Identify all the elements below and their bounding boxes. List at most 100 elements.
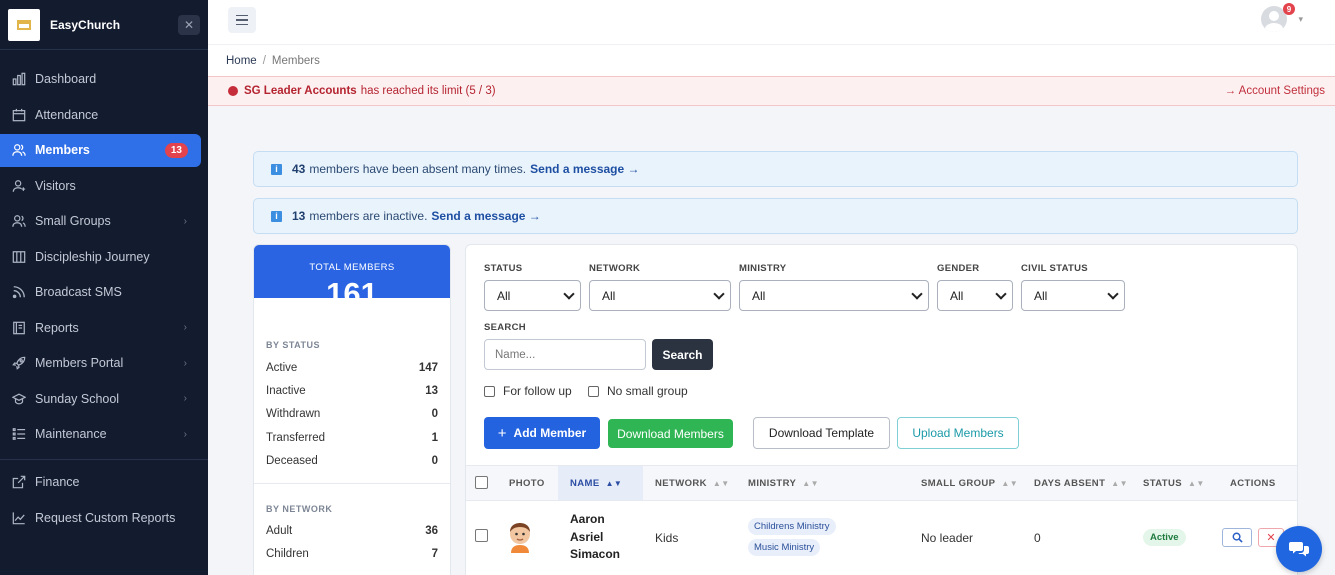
status-row-active: Active 147 xyxy=(254,356,450,379)
sidebar-item-members-portal[interactable]: Members Portal › xyxy=(0,347,201,380)
send-message-link[interactable]: Send a message → xyxy=(530,162,639,176)
col-ministry[interactable]: MINISTRY ▲▼ xyxy=(748,466,819,500)
chart-icon xyxy=(12,511,26,525)
ministry-filter-label: MINISTRY xyxy=(739,263,787,274)
download-members-button[interactable]: Download Members xyxy=(608,419,733,448)
col-actions: ACTIONS xyxy=(1230,477,1276,489)
sidebar-item-attendance[interactable]: Attendance xyxy=(0,98,201,131)
limit-alert-strong: SG Leader Accounts xyxy=(244,85,357,97)
stat-label: Adult xyxy=(266,525,293,538)
breadcrumb-home-link[interactable]: Home xyxy=(226,55,257,67)
member-name[interactable]: Aaron Asriel Simacon xyxy=(570,511,620,564)
sidebar-item-visitors[interactable]: Visitors xyxy=(0,169,201,202)
sidebar-item-broadcast-sms[interactable]: Broadcast SMS xyxy=(0,276,201,309)
network-filter-select[interactable]: All xyxy=(589,280,731,311)
col-name[interactable]: NAME ▲▼ xyxy=(558,466,643,500)
chevron-down-icon xyxy=(563,288,575,300)
sidebar-item-label: Broadcast SMS xyxy=(35,285,122,299)
church-logo-icon xyxy=(8,8,40,41)
close-sidebar-button[interactable]: ✕ xyxy=(178,14,200,35)
stat-value: 7 xyxy=(431,548,438,561)
select-value: All xyxy=(497,288,511,303)
limit-alert: SG Leader Accounts has reached its limit… xyxy=(208,76,1335,106)
members-summary-panel: TOTAL MEMBERS 161 BY STATUS Active 147 In… xyxy=(253,244,451,575)
member-status: Active xyxy=(1143,529,1186,546)
checkbox-box[interactable] xyxy=(484,385,495,397)
chevron-right-icon: › xyxy=(183,322,187,333)
sidebar-item-members[interactable]: Members 13 xyxy=(0,133,201,167)
group-icon xyxy=(12,214,26,228)
gender-filter-select[interactable]: All xyxy=(937,280,1013,311)
search-button[interactable]: Search xyxy=(652,339,713,370)
menu-toggle-button[interactable] xyxy=(228,7,256,33)
add-member-button[interactable]: + Add Member xyxy=(484,417,600,449)
civil-status-filter-select[interactable]: All xyxy=(1021,280,1125,311)
col-days-absent[interactable]: DAYS ABSENT ▲▼ xyxy=(1034,466,1128,500)
stat-label: Deceased xyxy=(266,454,318,467)
checkbox-box[interactable] xyxy=(588,385,599,397)
send-message-link[interactable]: Send a message → xyxy=(431,209,540,223)
chat-button[interactable] xyxy=(1276,526,1322,572)
sidebar-item-maintenance[interactable]: Maintenance › xyxy=(0,418,201,451)
chevron-right-icon: › xyxy=(183,215,187,227)
sidebar-item-small-groups[interactable]: Small Groups › xyxy=(0,205,201,238)
external-icon xyxy=(12,475,26,489)
sidebar-item-sunday-school[interactable]: Sunday School › xyxy=(0,382,201,415)
col-status[interactable]: STATUS ▲▼ xyxy=(1143,466,1205,500)
sidebar-item-label: Attendance xyxy=(35,107,99,122)
alert-dot-icon xyxy=(228,86,238,96)
sidebar-item-finance[interactable]: Finance xyxy=(0,466,201,499)
gender-filter-label: GENDER xyxy=(937,263,980,274)
follow-up-checkbox[interactable]: For follow up xyxy=(484,384,572,398)
summary-divider xyxy=(254,483,450,485)
info-icon: i xyxy=(271,210,282,222)
sidebar-item-label: Sunday School xyxy=(35,391,120,406)
ministry-filter-select[interactable]: All xyxy=(739,280,929,311)
sidebar-item-reports[interactable]: Reports › xyxy=(0,311,201,344)
chat-icon xyxy=(1289,542,1309,557)
report-icon xyxy=(12,321,26,335)
col-label: DAYS ABSENT xyxy=(1034,477,1106,489)
chevron-right-icon: › xyxy=(183,393,187,404)
sidebar-item-label: Small Groups xyxy=(35,214,111,228)
chevron-right-icon: › xyxy=(183,357,187,369)
calendar-icon xyxy=(12,108,26,122)
stat-value: 0 xyxy=(431,454,438,467)
limit-alert-text: has reached its limit (5 / 3) xyxy=(360,85,496,97)
absent-notice: i 43 members have been absent many times… xyxy=(253,151,1298,187)
status-row-inactive: Inactive 13 xyxy=(254,379,450,402)
no-small-group-checkbox[interactable]: No small group xyxy=(588,384,688,398)
total-members-label: TOTAL MEMBERS xyxy=(309,262,395,273)
sidebar-item-discipleship-journey[interactable]: Discipleship Journey xyxy=(0,240,201,273)
view-member-button[interactable] xyxy=(1222,528,1252,547)
button-label: Add Member xyxy=(513,426,587,440)
select-all-checkbox[interactable] xyxy=(475,476,488,489)
ministry-pill: Childrens Ministry xyxy=(748,518,836,535)
sidebar-item-dashboard[interactable]: Dashboard xyxy=(0,63,201,96)
chevron-down-icon[interactable]: ▾ xyxy=(1298,14,1303,25)
absent-count: 43 xyxy=(292,162,306,176)
col-label: NAME xyxy=(570,477,600,489)
row-checkbox[interactable] xyxy=(475,529,488,542)
stat-value: 13 xyxy=(425,384,438,397)
visitor-icon xyxy=(12,179,26,193)
search-input[interactable]: Name... xyxy=(484,339,646,370)
sidebar-item-request-custom-reports[interactable]: Request Custom Reports xyxy=(0,501,201,534)
sidebar-divider xyxy=(0,458,208,460)
select-value: All xyxy=(752,288,766,303)
network-row-children: Children 7 xyxy=(254,543,450,566)
absent-notice-text: members have been absent many times. xyxy=(309,162,527,176)
account-settings-link[interactable]: → Account Settings xyxy=(1225,85,1325,97)
sort-icon: ▲▼ xyxy=(1111,478,1128,488)
status-filter-select[interactable]: All xyxy=(484,280,581,311)
col-label: MINISTRY xyxy=(748,477,797,489)
member-photo-avatar xyxy=(510,523,530,553)
col-small-group[interactable]: SMALL GROUP ▲▼ xyxy=(921,466,1018,500)
download-template-button[interactable]: Download Template xyxy=(753,417,890,449)
name-line: Asriel xyxy=(570,529,604,544)
upload-members-button[interactable]: Upload Members xyxy=(897,417,1019,449)
col-network[interactable]: NETWORK ▲▼ xyxy=(655,466,730,500)
sidebar: EasyChurch ✕ Dashboard Attendance Member… xyxy=(0,0,208,575)
member-days-absent: 0 xyxy=(1034,531,1041,545)
list-icon xyxy=(12,427,26,441)
